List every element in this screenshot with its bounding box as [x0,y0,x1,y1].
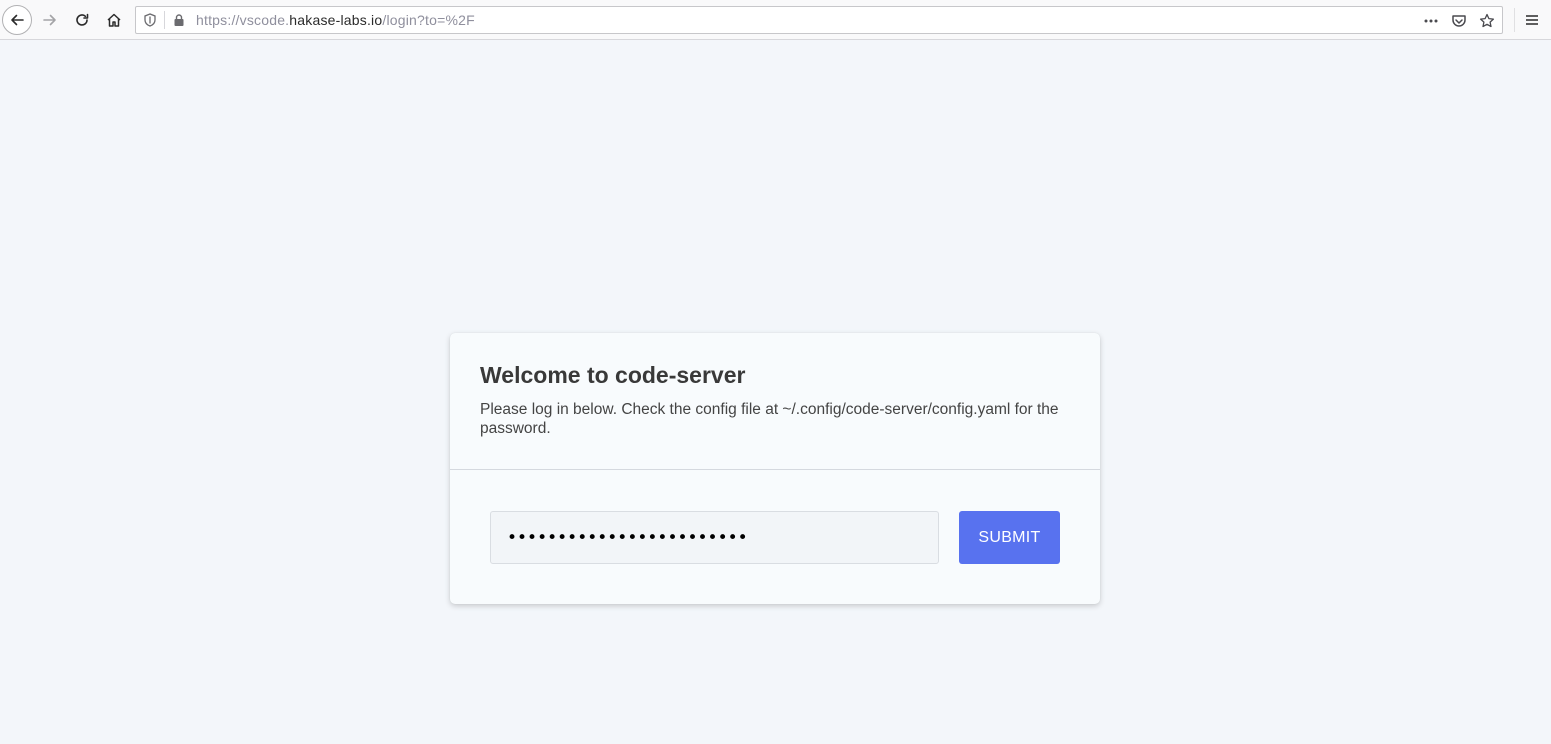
login-card: Welcome to code-server Please log in bel… [450,333,1100,604]
address-bar[interactable]: https://vscode.hakase-labs.io/login?to=%… [135,6,1503,34]
more-dots-icon[interactable] [1420,10,1442,32]
forward-button[interactable] [35,5,65,35]
url-scheme: https://vscode. [196,12,290,28]
page-title: Welcome to code-server [480,362,746,388]
toolbar-separator [1514,8,1515,32]
password-input[interactable] [490,511,939,564]
home-button[interactable] [99,5,129,35]
hamburger-menu-icon [1526,15,1538,25]
login-card-header: Welcome to code-server Please log in bel… [450,333,1100,470]
back-arrow-icon [11,14,24,26]
home-icon [107,13,121,27]
url-host: hakase-labs.io [289,12,383,28]
address-bar-divider [164,11,165,29]
back-button[interactable] [2,5,32,35]
submit-button[interactable]: SUBMIT [959,511,1060,564]
reload-icon [76,13,89,26]
tracking-protection-shield-icon[interactable] [142,12,158,28]
browser-toolbar: https://vscode.hakase-labs.io/login?to=%… [0,0,1551,40]
page-actions [1420,10,1498,32]
url-text[interactable]: https://vscode.hakase-labs.io/login?to=%… [196,12,475,29]
reload-button[interactable] [67,5,97,35]
url-path: /login?to=%2F [382,12,475,28]
forward-arrow-icon [43,14,56,26]
open-menu-button[interactable] [1520,9,1544,31]
star-icon[interactable] [1476,10,1498,32]
pocket-icon[interactable] [1448,10,1470,32]
login-instructions: Please log in below. Check the config fi… [480,401,1059,437]
lock-icon[interactable] [171,12,187,28]
